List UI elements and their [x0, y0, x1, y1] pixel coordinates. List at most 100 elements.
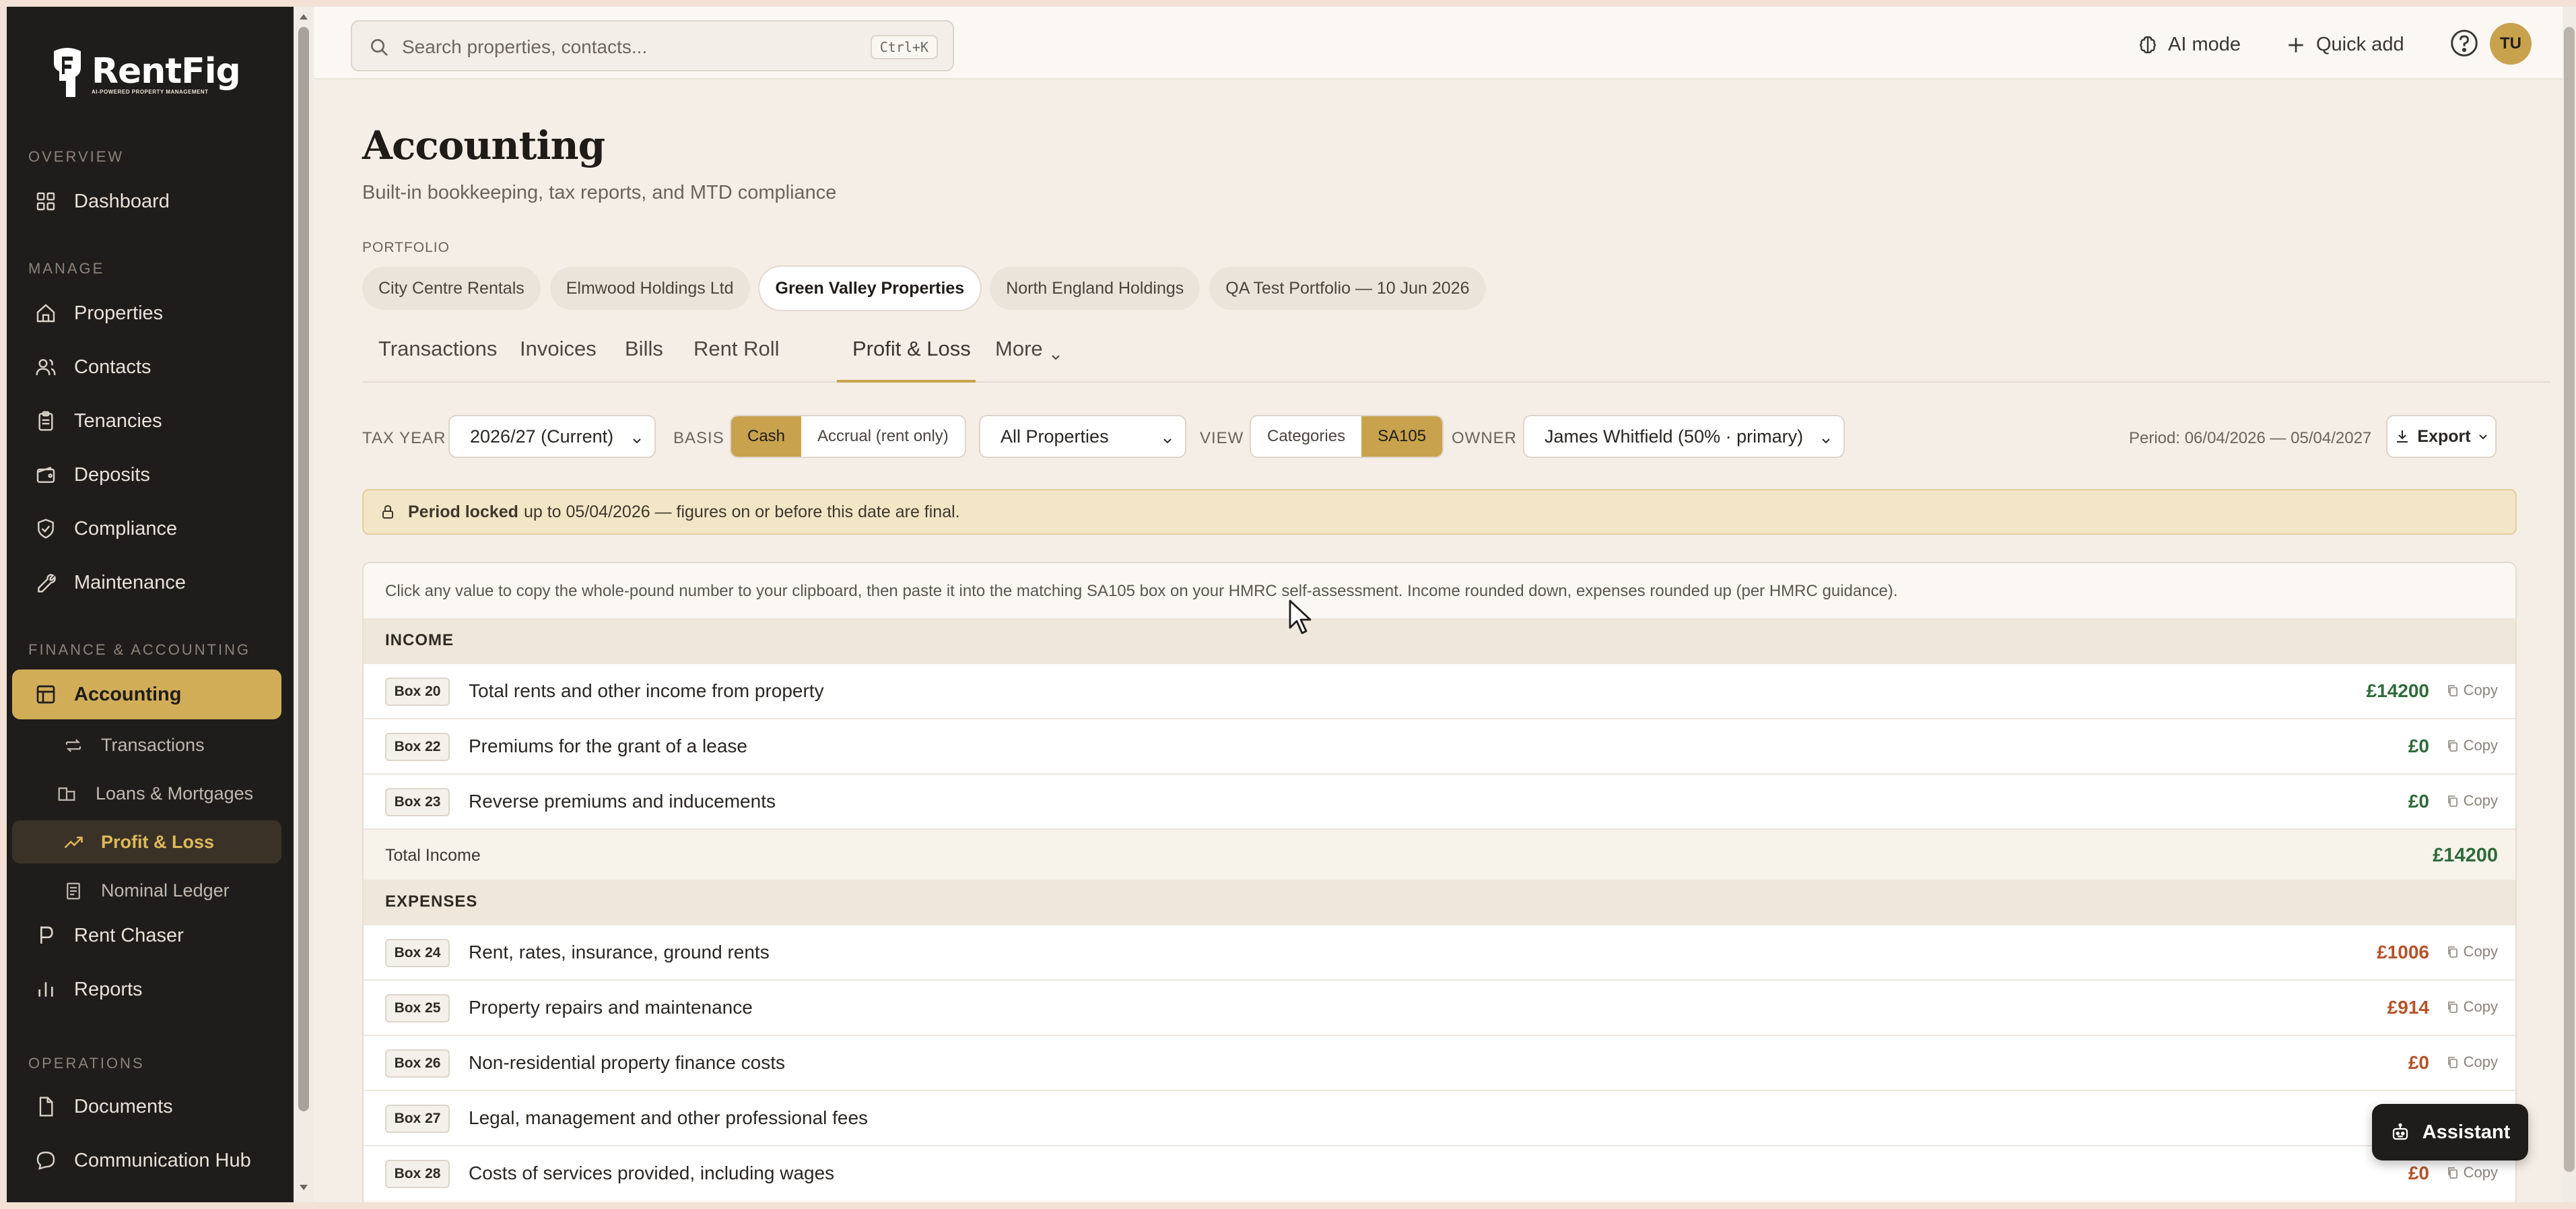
table-row: Box 25 Property repairs and maintenance …: [364, 979, 2515, 1035]
copy-button[interactable]: Copy: [2446, 943, 2498, 960]
assistant-button[interactable]: Assistant: [2372, 1104, 2528, 1161]
portfolio-chip[interactable]: Elmwood Holdings Ltd: [549, 267, 750, 310]
wrench-icon: [35, 572, 57, 593]
sidebar-subitem-loans[interactable]: Loans & Mortgages: [12, 772, 281, 815]
sa105-row-value[interactable]: £14200: [2367, 680, 2429, 702]
sa105-row-value[interactable]: £914: [2387, 997, 2429, 1018]
sidebar-item-tenancies[interactable]: Tenancies: [12, 396, 281, 446]
table-row: Box 20 Total rents and other income from…: [364, 663, 2515, 718]
sa105-row-value[interactable]: £0: [2408, 736, 2429, 757]
sidebar-item-rent-chaser[interactable]: Rent Chaser: [12, 911, 281, 960]
period-locked-banner: Period locked up to 05/04/2026 — figures…: [362, 489, 2517, 535]
sidebar-item-deposits[interactable]: Deposits: [12, 450, 281, 500]
bank-icon: [57, 784, 77, 804]
export-button[interactable]: Export: [2386, 415, 2497, 458]
copy-button[interactable]: Copy: [2446, 792, 2498, 810]
basis-option-cash[interactable]: Cash: [731, 416, 802, 457]
sa105-card: Click any value to copy the whole-pound …: [362, 562, 2517, 1202]
portfolio-chip-active[interactable]: Green Valley Properties: [759, 267, 981, 310]
copy-label: Copy: [2463, 1164, 2498, 1181]
copy-icon: [2446, 739, 2460, 752]
pound-p-icon: [35, 925, 57, 946]
export-label: Export: [2417, 426, 2471, 446]
copy-button[interactable]: Copy: [2446, 737, 2498, 754]
sidebar-item-accounting[interactable]: Accounting: [12, 669, 281, 719]
tax-year-select[interactable]: 2026/27 (Current): [448, 415, 656, 458]
avatar[interactable]: TU: [2490, 23, 2532, 65]
main-content: Accounting Built-in bookkeeping, tax rep…: [314, 81, 2563, 1202]
sidebar-subitem-label: Transactions: [101, 734, 205, 755]
trending-up-icon: [63, 832, 83, 853]
copy-button[interactable]: Copy: [2446, 682, 2498, 699]
dashboard-icon: [35, 191, 57, 212]
total-income-row: Total Income £14200: [364, 828, 2515, 880]
properties-select[interactable]: All Properties: [979, 415, 1186, 458]
sidebar-item-label: Compliance: [74, 517, 178, 540]
sidebar-item-label: Tenancies: [74, 410, 162, 432]
sidebar-item-maintenance[interactable]: Maintenance: [12, 558, 281, 608]
tab-invoices[interactable]: Invoices: [520, 337, 597, 361]
sa105-row-label: Rent, rates, insurance, ground rents: [469, 942, 770, 962]
sidebar-subitem-transactions[interactable]: Transactions: [12, 723, 281, 766]
sidebar-item-communication-hub[interactable]: Communication Hub: [12, 1136, 281, 1185]
ai-mode-button[interactable]: AI mode: [2137, 34, 2241, 56]
sidebar-item-documents[interactable]: Documents: [12, 1082, 281, 1132]
sa105-row-value[interactable]: £0: [2408, 1163, 2429, 1184]
sidebar-subitem-nominal-ledger[interactable]: Nominal Ledger: [12, 869, 281, 912]
copy-button[interactable]: Copy: [2446, 998, 2498, 1016]
total-income-label: Total Income: [385, 846, 481, 865]
owner-label: OWNER: [1452, 429, 1517, 447]
copy-icon: [2446, 1000, 2460, 1014]
brain-icon: [2137, 34, 2159, 56]
help-icon[interactable]: [2449, 28, 2479, 58]
portfolio-chip[interactable]: North England Holdings: [990, 267, 1200, 310]
sa105-row-value[interactable]: £0: [2408, 1052, 2429, 1074]
table-row: Box 22 Premiums for the grant of a lease…: [364, 718, 2515, 773]
table-row: Box 28 Costs of services provided, inclu…: [364, 1145, 2515, 1200]
sidebar-item-properties[interactable]: Properties: [12, 288, 281, 338]
tab-transactions[interactable]: Transactions: [378, 337, 497, 361]
table-row: Box 27 Legal, management and other profe…: [364, 1090, 2515, 1145]
sa105-row-value[interactable]: £1006: [2377, 942, 2429, 963]
brand-logo[interactable]: RentFig AI-POWERED PROPERTY MANAGEMENT: [48, 47, 241, 100]
portfolio-chip[interactable]: QA Test Portfolio — 10 Jun 2026: [1209, 267, 1486, 310]
view-option-categories[interactable]: Categories: [1251, 416, 1361, 457]
search-input[interactable]: Search properties, contacts... Ctrl+K: [351, 20, 954, 71]
chat-icon: [35, 1150, 57, 1171]
sidebar-item-contacts[interactable]: Contacts: [12, 342, 281, 392]
tab-more[interactable]: More: [995, 337, 1062, 361]
section-operations: OPERATIONS: [28, 1055, 145, 1072]
sidebar-item-label: Dashboard: [74, 190, 170, 212]
sidebar-item-reports[interactable]: Reports: [12, 965, 281, 1014]
sidebar-item-compliance[interactable]: Compliance: [12, 504, 281, 554]
sidebar-subitem-profit-loss[interactable]: Profit & Loss: [12, 820, 281, 863]
copy-label: Copy: [2463, 792, 2498, 809]
sidebar-item-label: Reports: [74, 978, 143, 1000]
mouse-cursor-icon: [1287, 598, 1314, 636]
lock-icon: [380, 504, 396, 520]
copy-button[interactable]: Copy: [2446, 1164, 2498, 1181]
sidebar-scrollbar-thumb[interactable]: [298, 27, 309, 1111]
sidebar-item-dashboard[interactable]: Dashboard: [12, 176, 281, 226]
owner-select[interactable]: James Whitfield (50% · primary): [1523, 415, 1845, 458]
accounting-tabs: Transactions Invoices Bills Rent Roll Pr…: [362, 327, 2550, 383]
clipboard-icon: [35, 410, 57, 432]
portfolio-chip[interactable]: City Centre Rentals: [362, 267, 541, 310]
tab-bills[interactable]: Bills: [625, 337, 663, 361]
chevron-down-icon: [1161, 431, 1174, 445]
tax-year-value: 2026/27 (Current): [470, 426, 614, 447]
owner-value: James Whitfield (50% · primary): [1545, 426, 1804, 447]
scroll-down-icon[interactable]: [298, 1181, 310, 1194]
scroll-up-icon[interactable]: [298, 11, 310, 23]
copy-button[interactable]: Copy: [2446, 1053, 2498, 1071]
sa105-row-label: Premiums for the grant of a lease: [469, 736, 747, 756]
tab-profit-loss[interactable]: Profit & Loss: [852, 337, 971, 361]
page-scrollbar-thumb[interactable]: [2564, 27, 2575, 1172]
tab-rent-roll[interactable]: Rent Roll: [693, 337, 780, 361]
quick-add-button[interactable]: Quick add: [2285, 34, 2404, 56]
portfolio-label: PORTFOLIO: [362, 240, 450, 255]
basis-option-accrual[interactable]: Accrual (rent only): [801, 416, 965, 457]
view-option-sa105[interactable]: SA105: [1361, 416, 1443, 457]
plus-icon: [2285, 34, 2307, 56]
sa105-row-value[interactable]: £0: [2408, 791, 2429, 812]
